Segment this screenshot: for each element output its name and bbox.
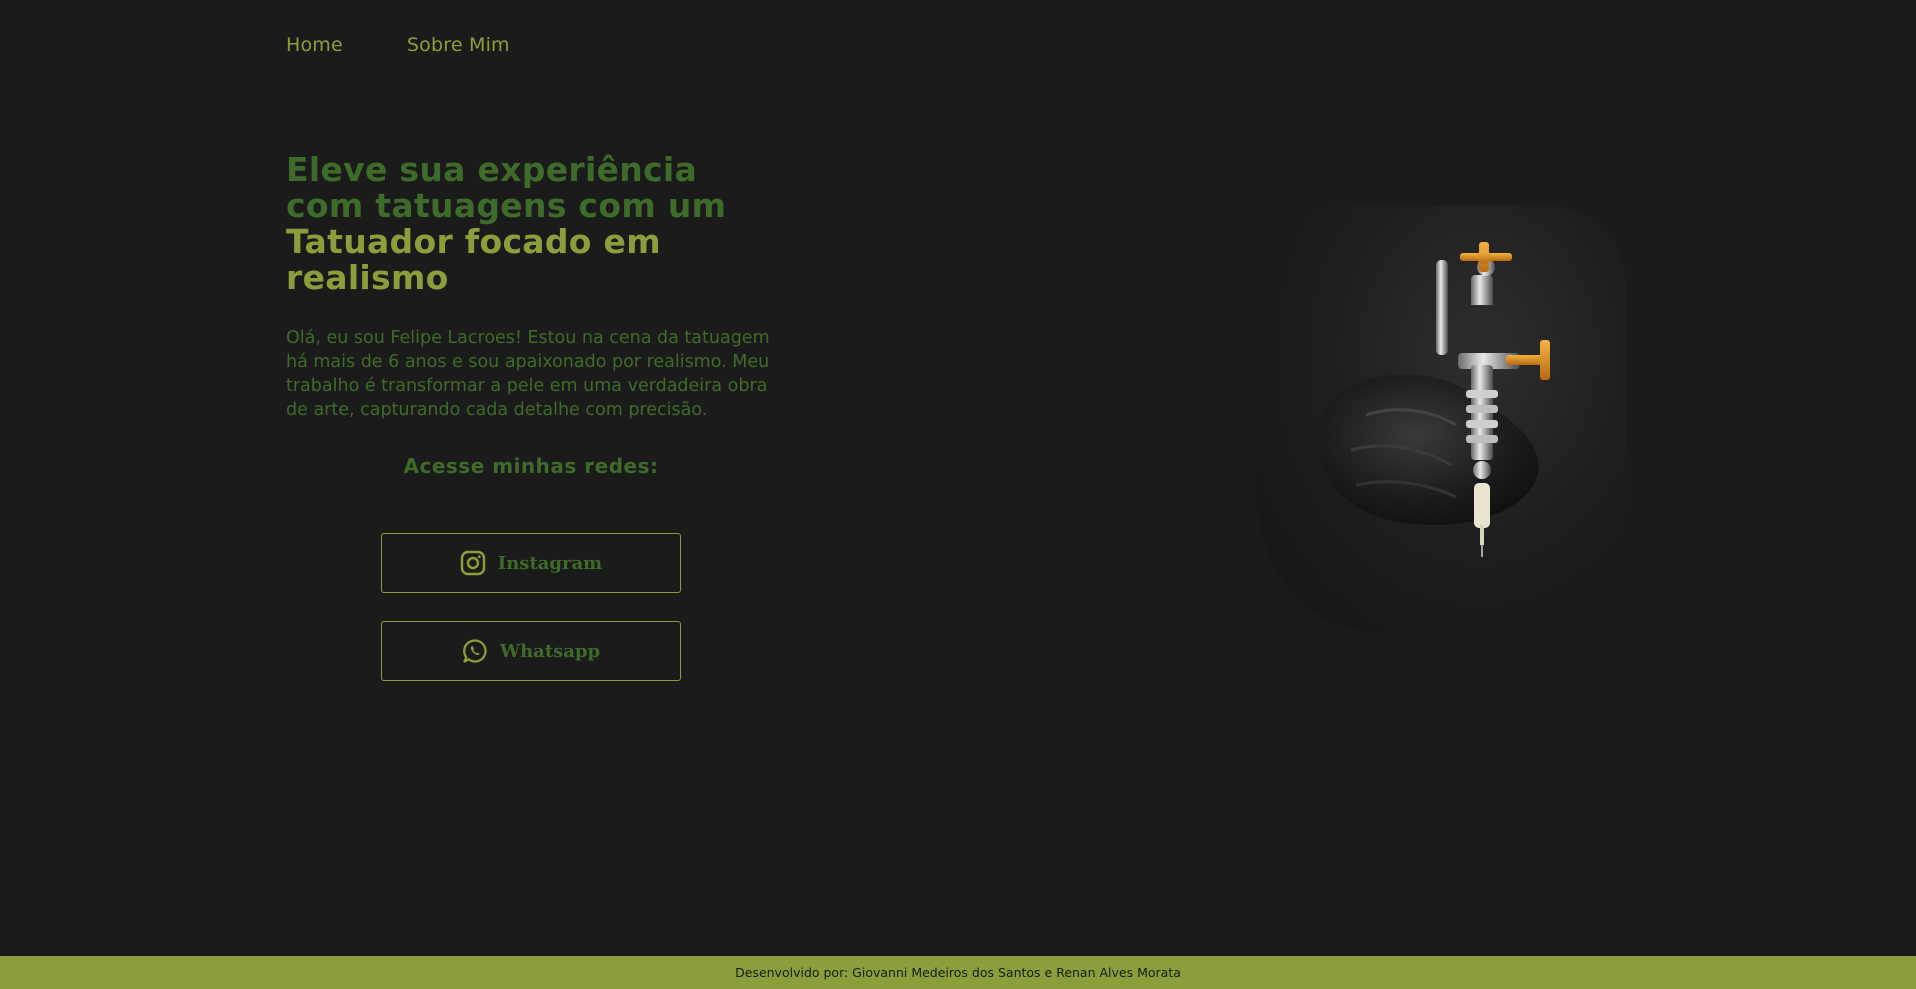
instagram-label: Instagram [497, 552, 603, 574]
headline-accent: Tatuador focado em realismo [286, 222, 661, 297]
nav-link-home[interactable]: Home [286, 34, 343, 56]
headline-lead: Eleve sua experiência com tatuagens com … [286, 150, 727, 225]
footer-credits: Desenvolvido por: Giovanni Medeiros dos … [735, 965, 1181, 980]
whatsapp-label: Whatsapp [499, 640, 601, 662]
hero-headline: Eleve sua experiência com tatuagens com … [286, 152, 786, 296]
hero-bio: Olá, eu sou Felipe Lacroes! Estou na cen… [286, 328, 770, 420]
nav-link-sobre-mim[interactable]: Sobre Mim [407, 34, 510, 56]
whatsapp-icon [462, 638, 488, 664]
tattoo-machine-photo [1256, 205, 1626, 632]
hero-section: Eleve sua experiência com tatuagens com … [286, 152, 786, 479]
whatsapp-button[interactable]: Whatsapp [381, 621, 681, 681]
tattoo-machine-illustration [1317, 242, 1550, 557]
socials-title: Acesse minhas redes: [403, 454, 659, 478]
instagram-icon [460, 550, 486, 576]
top-nav: Home Sobre Mim [286, 34, 510, 56]
footer: Desenvolvido por: Giovanni Medeiros dos … [0, 956, 1916, 989]
instagram-button[interactable]: Instagram [381, 533, 681, 593]
page: Home Sobre Mim Eleve sua experiência com… [0, 0, 1916, 989]
